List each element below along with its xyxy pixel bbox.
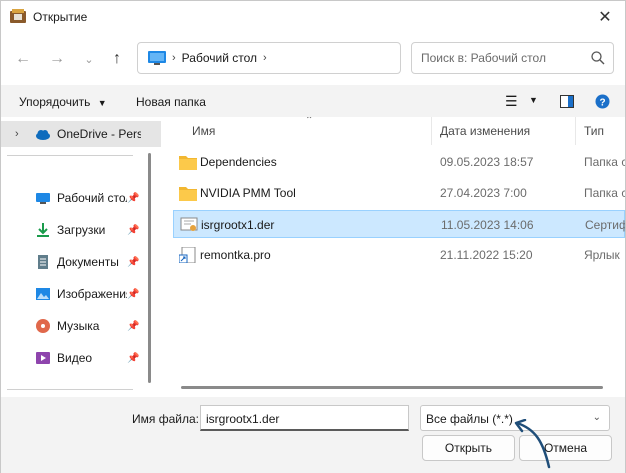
filetype-value: Все файлы (*.*) bbox=[426, 412, 513, 426]
desktop-icon bbox=[36, 193, 50, 204]
open-button[interactable]: Открыть bbox=[422, 435, 515, 461]
shortcut-icon bbox=[179, 247, 196, 263]
document-icon bbox=[38, 255, 48, 269]
sidebar-item-documents[interactable]: Документы 📌 bbox=[1, 249, 161, 275]
chevron-right-icon: › bbox=[15, 128, 19, 140]
help-icon[interactable]: ? bbox=[595, 94, 610, 109]
download-icon bbox=[37, 223, 49, 237]
new-folder-button[interactable]: Новая папка bbox=[136, 95, 206, 109]
up-button[interactable]: ↑ bbox=[105, 47, 129, 71]
navigation-pane: › OneDrive - Personal Рабочий стол 📌 Заг… bbox=[1, 117, 161, 397]
sidebar-item-label: Музыка bbox=[57, 319, 100, 333]
breadcrumb-separator[interactable]: › bbox=[263, 52, 267, 64]
file-type: Папка с файлами bbox=[584, 155, 625, 169]
sidebar-item-desktop[interactable]: Рабочий стол 📌 bbox=[1, 185, 161, 211]
title-bar: Открытие ✕ bbox=[1, 1, 625, 33]
pin-icon: 📌 bbox=[127, 352, 140, 364]
command-bar: Упорядочить ▼ Новая папка ☰ ▼ ? bbox=[1, 85, 625, 117]
sidebar-item-label: Видео bbox=[57, 351, 93, 365]
open-dialog: Открытие ✕ ← → ⌄ ↑ › Рабочий стол › Поис… bbox=[0, 0, 626, 473]
search-placeholder: Поиск в: Рабочий стол bbox=[421, 51, 546, 65]
column-header-date[interactable]: Дата изменения bbox=[440, 124, 530, 138]
arrow-right-icon: → bbox=[49, 50, 65, 67]
column-header-name[interactable]: Имя bbox=[192, 124, 215, 138]
sort-caret-icon: ⌃ bbox=[305, 117, 314, 126]
recent-locations-button[interactable]: ⌄ bbox=[77, 47, 101, 71]
file-row[interactable]: NVIDIA PMM Tool 27.04.2023 7:00 Папка с … bbox=[173, 179, 625, 207]
filename-label: Имя файла: bbox=[132, 412, 199, 426]
music-icon bbox=[36, 319, 50, 333]
svg-text:?: ? bbox=[599, 98, 605, 109]
close-button[interactable]: ✕ bbox=[593, 5, 617, 29]
arrow-left-icon: ← bbox=[15, 50, 31, 67]
sidebar-item-label: Документы bbox=[57, 255, 119, 269]
file-name: Dependencies bbox=[200, 155, 277, 169]
column-header-type[interactable]: Тип bbox=[584, 124, 604, 138]
sidebar-item-onedrive[interactable]: › OneDrive - Personal bbox=[1, 121, 161, 147]
breadcrumb-item[interactable]: Рабочий стол bbox=[182, 51, 257, 65]
pin-icon: 📌 bbox=[127, 256, 140, 268]
navigation-bar: ← → ⌄ ↑ › Рабочий стол › Поиск в: Рабочи… bbox=[1, 33, 625, 85]
sidebar-scrollbar[interactable] bbox=[148, 153, 151, 383]
file-type: Ярлык bbox=[584, 248, 620, 262]
file-date: 21.11.2022 15:20 bbox=[440, 248, 533, 262]
sidebar-item-music[interactable]: Музыка 📌 bbox=[1, 313, 161, 339]
preview-pane-icon[interactable] bbox=[560, 95, 574, 108]
pin-icon: 📌 bbox=[127, 224, 140, 236]
folder-icon bbox=[179, 187, 197, 201]
sidebar-item-pictures[interactable]: Изображения 📌 bbox=[1, 281, 161, 307]
file-date: 09.05.2023 18:57 bbox=[440, 155, 534, 169]
sidebar-item-label: Изображения bbox=[57, 287, 127, 301]
folder-app-icon bbox=[10, 9, 26, 23]
file-name: remontka.pro bbox=[200, 248, 271, 262]
caret-down-icon: ▼ bbox=[97, 98, 107, 108]
forward-button[interactable]: → bbox=[45, 47, 69, 71]
view-list-icon[interactable]: ☰ bbox=[505, 93, 518, 110]
file-type: Сертификат bbox=[585, 218, 625, 232]
file-date: 11.05.2023 14:06 bbox=[441, 218, 534, 232]
file-name: isrgrootx1.der bbox=[201, 218, 275, 232]
filename-input[interactable]: isrgrootx1.der bbox=[200, 405, 409, 431]
file-type: Папка с файлами bbox=[584, 186, 625, 200]
window-title: Открытие bbox=[33, 10, 88, 24]
sidebar-item-videos[interactable]: Видео 📌 bbox=[1, 345, 161, 371]
video-icon bbox=[36, 352, 50, 364]
annotation-arrow bbox=[514, 419, 551, 469]
column-divider[interactable] bbox=[431, 117, 432, 145]
desktop-icon bbox=[148, 51, 166, 65]
arrow-up-icon: ↑ bbox=[113, 50, 121, 67]
close-icon: ✕ bbox=[598, 9, 612, 26]
sidebar-item-label: OneDrive - Personal bbox=[57, 127, 141, 141]
view-options-caret-icon[interactable]: ▼ bbox=[529, 95, 538, 105]
sidebar-item-label: Рабочий стол bbox=[57, 191, 127, 205]
image-icon bbox=[36, 288, 50, 300]
search-icon bbox=[591, 51, 605, 65]
file-row[interactable]: Dependencies 09.05.2023 18:57 Папка с фа… bbox=[173, 148, 625, 176]
back-button[interactable]: ← bbox=[11, 47, 35, 71]
file-row[interactable]: remontka.pro 21.11.2022 15:20 Ярлык bbox=[173, 241, 625, 269]
chevron-down-icon: ⌄ bbox=[84, 53, 94, 66]
pin-icon: 📌 bbox=[127, 288, 140, 300]
file-list: ⌃ Имя Дата изменения Тип Dependencies 09… bbox=[161, 117, 625, 397]
breadcrumb-separator: › bbox=[172, 52, 176, 64]
cloud-icon bbox=[36, 130, 50, 140]
pin-icon: 📌 bbox=[127, 320, 140, 332]
organize-label: Упорядочить bbox=[19, 95, 91, 109]
sidebar-item-label: Загрузки bbox=[57, 223, 106, 237]
file-date: 27.04.2023 7:00 bbox=[440, 186, 527, 200]
sidebar-divider bbox=[7, 389, 133, 390]
sidebar-divider bbox=[7, 155, 133, 156]
certificate-icon bbox=[180, 217, 198, 231]
search-box[interactable]: Поиск в: Рабочий стол bbox=[411, 42, 614, 74]
file-row-selected[interactable]: isrgrootx1.der 11.05.2023 14:06 Сертифик… bbox=[173, 210, 625, 238]
folder-icon bbox=[179, 156, 197, 170]
horizontal-scrollbar[interactable] bbox=[181, 386, 603, 389]
file-name: NVIDIA PMM Tool bbox=[200, 186, 296, 200]
chevron-down-icon: ⌄ bbox=[592, 412, 601, 423]
address-bar[interactable]: › Рабочий стол › bbox=[137, 42, 401, 74]
organize-menu[interactable]: Упорядочить ▼ bbox=[19, 95, 107, 109]
column-divider[interactable] bbox=[575, 117, 576, 145]
sidebar-item-downloads[interactable]: Загрузки 📌 bbox=[1, 217, 161, 243]
pin-icon: 📌 bbox=[127, 192, 140, 204]
